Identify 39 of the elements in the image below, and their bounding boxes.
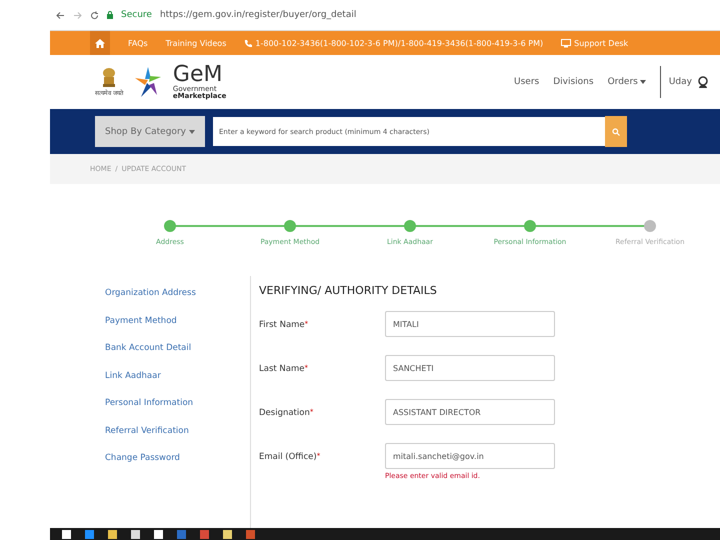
nav-link[interactable]: Orders [608,77,646,87]
sidebar-link[interactable]: Bank Account Detail [105,343,250,353]
sidebar-link[interactable]: Organization Address [105,288,250,298]
star-logo-icon [132,65,163,99]
form-title: VERIFYING/ AUTHORITY DETAILS [259,284,438,297]
nav-link[interactable]: Divisions [553,77,594,87]
user-menu[interactable]: Uday [660,66,708,98]
taskbar-app-icon[interactable] [62,530,71,538]
reload-icon[interactable] [90,10,99,20]
text-field[interactable]: ASSISTANT DIRECTOR [385,399,555,425]
url-field[interactable]: https://gem.gov.in/register/buyer/org_detail [160,10,356,20]
sidebar-link[interactable]: Change Password [105,453,250,463]
user-name: Uday [668,77,692,87]
phone-icon [244,38,252,48]
home-button[interactable] [90,31,110,55]
back-icon[interactable] [56,10,65,20]
caret-icon [188,130,195,134]
taskbar-app-icon[interactable] [131,530,140,538]
search-icon [612,128,620,136]
text-field[interactable]: mitali.sancheti@gov.in [385,443,555,469]
nav-link[interactable]: Users [514,77,540,87]
emblem-icon [100,67,117,89]
link-label: Support Desk [574,38,628,48]
text-field[interactable]: MITALI [385,311,555,337]
logo-title: GeM [172,64,224,86]
monitor-icon [561,38,572,48]
sidebar-link[interactable]: Payment Method [105,316,250,326]
shop-by-category-button[interactable]: Shop By Category [95,116,205,147]
taskbar-app-icon[interactable] [108,530,117,538]
text-field[interactable]: SANCHETI [385,355,555,381]
sidebar-link[interactable]: Personal Information [105,398,250,408]
taskbar-app-icon[interactable] [154,530,163,538]
user-icon [698,76,708,88]
taskbar-app-icon[interactable] [223,530,232,538]
home-icon [95,38,105,48]
sidebar-link[interactable]: Link Aadhaar [105,370,250,380]
sidebar-link[interactable]: Referral Verification [105,426,250,436]
secure-label: Secure [121,10,152,20]
lock-icon [107,11,113,19]
